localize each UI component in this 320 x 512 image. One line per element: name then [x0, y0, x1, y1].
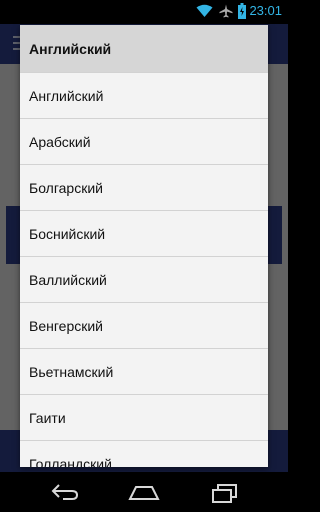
airplane-icon [219, 4, 233, 18]
language-option[interactable]: Болгарский [20, 164, 268, 210]
language-option[interactable]: Вьетнамский [20, 348, 268, 394]
home-icon[interactable] [128, 482, 160, 502]
language-dropdown: Английский Английский Арабский Болгарски… [20, 25, 268, 467]
battery-icon [238, 3, 246, 19]
recent-apps-icon[interactable] [210, 482, 240, 504]
language-option[interactable]: Гаити [20, 394, 268, 440]
status-bar: 23:01 [0, 0, 288, 24]
language-option[interactable]: Боснийский [20, 210, 268, 256]
language-option[interactable]: Английский [20, 72, 268, 118]
wifi-icon [196, 4, 213, 17]
language-option[interactable]: Голландский [20, 440, 268, 467]
dropdown-selected-language[interactable]: Английский [20, 25, 268, 72]
language-option[interactable]: Валлийский [20, 256, 268, 302]
back-icon[interactable] [50, 482, 80, 502]
status-time: 23:01 [249, 3, 282, 18]
language-option[interactable]: Венгерский [20, 302, 268, 348]
language-option[interactable]: Арабский [20, 118, 268, 164]
navigation-bar [0, 472, 288, 512]
